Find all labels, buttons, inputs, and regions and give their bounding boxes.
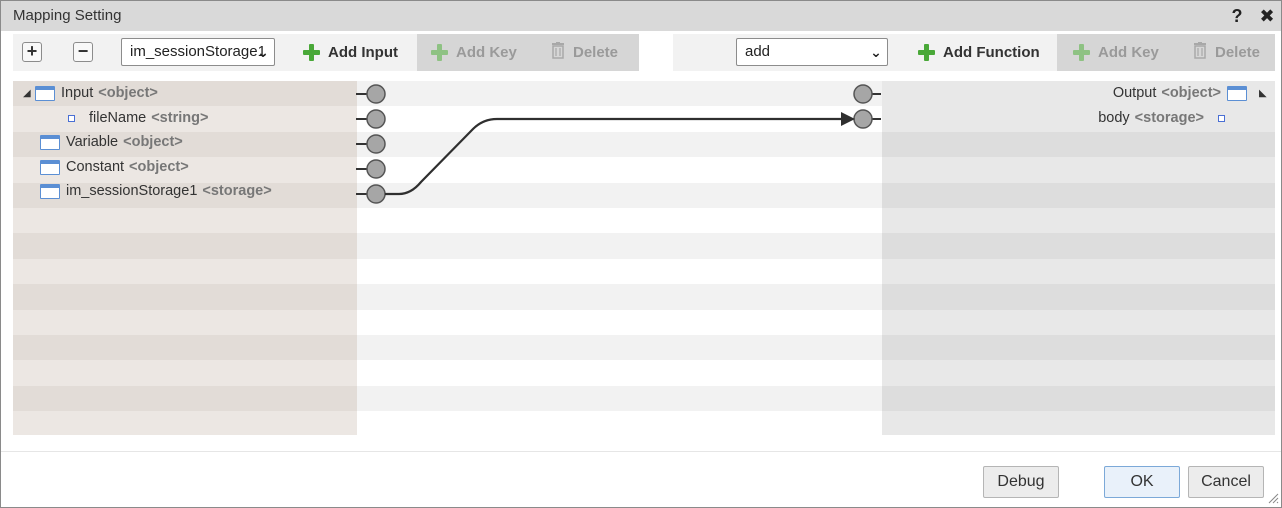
function-select-value: add	[745, 43, 771, 60]
trash-icon	[1193, 42, 1207, 63]
right-add-key-label: Add Key	[1098, 44, 1159, 61]
connector-filename[interactable]	[356, 109, 386, 129]
dialog-title: Mapping Setting	[13, 7, 122, 24]
mapping-links-layer	[356, 84, 881, 204]
connector-output[interactable]	[853, 84, 881, 104]
debug-button[interactable]: Debug	[983, 466, 1059, 498]
mapping-toolbar: + − im_sessionStorage1 ⌄ Add Input Add K…	[13, 34, 1275, 71]
plus-icon: +	[26, 41, 38, 61]
chevron-down-icon: ⌄	[257, 44, 269, 60]
add-input-label: Add Input	[328, 44, 398, 61]
left-delete-button[interactable]: Delete	[551, 34, 618, 71]
chevron-down-icon: ⌄	[870, 44, 882, 60]
input-storage-select-value: im_sessionStorage1	[130, 43, 266, 60]
function-select[interactable]: add ⌄	[736, 38, 888, 66]
resize-grip-icon[interactable]	[1267, 492, 1279, 504]
add-input-button[interactable]: Add Input	[303, 34, 398, 71]
minus-icon: −	[77, 41, 89, 61]
mapping-setting-dialog: Mapping Setting ? ✖ + − im_sessionStorag…	[0, 0, 1282, 508]
mapping-canvas: ◢ Input <object> fileName <string> Varia…	[13, 81, 1275, 435]
right-add-key-button[interactable]: Add Key	[1073, 34, 1159, 71]
trash-icon	[551, 42, 565, 63]
input-connectors	[356, 84, 386, 204]
expand-all-button[interactable]: +	[22, 41, 42, 62]
add-icon	[918, 44, 935, 61]
ok-button[interactable]: OK	[1104, 466, 1180, 498]
left-delete-label: Delete	[573, 44, 619, 61]
help-icon[interactable]: ?	[1229, 4, 1245, 28]
output-connectors	[853, 84, 881, 129]
add-function-button[interactable]: Add Function	[918, 34, 1040, 71]
add-icon	[303, 44, 320, 61]
connector-body[interactable]	[853, 109, 881, 129]
close-icon[interactable]: ✖	[1257, 4, 1277, 28]
collapse-all-button[interactable]: −	[73, 41, 93, 62]
connector-variable[interactable]	[356, 134, 386, 154]
mapping-link-line[interactable]	[385, 117, 843, 196]
add-function-label: Add Function	[943, 44, 1040, 61]
connector-constant[interactable]	[356, 159, 386, 179]
mapping-link-arrowhead	[841, 112, 855, 126]
toolbar-gap	[639, 34, 673, 71]
right-delete-button[interactable]: Delete	[1193, 34, 1260, 71]
add-icon	[1073, 44, 1090, 61]
left-add-key-label: Add Key	[456, 44, 517, 61]
dialog-footer: Debug OK Cancel	[1, 451, 1281, 507]
dialog-titlebar[interactable]: Mapping Setting ? ✖	[1, 1, 1281, 31]
right-delete-label: Delete	[1215, 44, 1261, 61]
input-storage-select[interactable]: im_sessionStorage1 ⌄	[121, 38, 275, 66]
cancel-button[interactable]: Cancel	[1188, 466, 1264, 498]
add-icon	[431, 44, 448, 61]
connector-input[interactable]	[356, 84, 386, 104]
connector-session-storage[interactable]	[356, 184, 386, 204]
left-add-key-button[interactable]: Add Key	[431, 34, 517, 71]
